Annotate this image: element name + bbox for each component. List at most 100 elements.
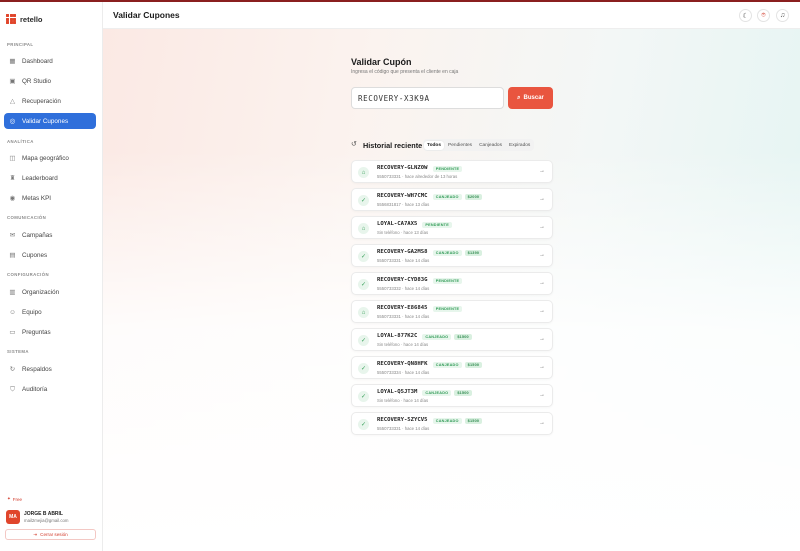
- check-circle-icon: ✓: [358, 419, 369, 430]
- section-title-sistema: SISTEMA: [7, 349, 29, 354]
- sidebar-item-organizacion[interactable]: ▥ Organización: [4, 284, 96, 300]
- coupon-meta: Sin teléfono · hace 14 días: [377, 342, 429, 347]
- map-icon: ◫: [9, 154, 16, 162]
- coupon-code: LOYAL-877K2C: [377, 333, 418, 339]
- coupon-code: LOYAL-CA7AX5: [377, 221, 418, 227]
- user-email: mail2mejia@gmail.com: [24, 518, 69, 523]
- coupon-code-input[interactable]: [351, 87, 504, 109]
- arrow-right-icon[interactable]: →: [539, 196, 545, 202]
- search-icon: ⌕: [517, 94, 521, 101]
- check-circle-icon: ✓: [358, 335, 369, 346]
- coupon-meta: Sin teléfono · hace 13 días: [377, 230, 429, 235]
- status-badge: PENDIENTE: [432, 166, 463, 172]
- arrow-right-icon[interactable]: →: [539, 280, 545, 286]
- amount-badge: $1500: [464, 362, 483, 368]
- validate-subtitle: Ingresa el código que presenta el client…: [351, 69, 459, 75]
- history-item[interactable]: ✓ RECOVERY-WH7CMC CANJEADO $2000 5556831817 …: [351, 188, 553, 211]
- check-circle-icon: ✓: [358, 363, 369, 374]
- logout-icon: ⇥: [33, 531, 38, 537]
- check-circle-icon: ◎: [9, 117, 16, 125]
- tab-expirados[interactable]: Expirados: [506, 141, 533, 150]
- coupon-meta: 5550733331 · hace 14 días: [377, 258, 430, 263]
- coupon-code: RECOVERY-QN8HFK: [377, 361, 428, 367]
- tab-canjeados[interactable]: Canjeados: [476, 141, 505, 150]
- amount-badge: $1390: [464, 250, 483, 256]
- section-title-principal: PRINCIPAL: [7, 42, 34, 47]
- fingerprint-icon[interactable]: ⌾: [757, 9, 770, 22]
- bell-icon[interactable]: ♫: [776, 9, 789, 22]
- coupon-meta: Sin teléfono · hace 14 días: [377, 398, 429, 403]
- sidebar-item-recuperacion[interactable]: △ Recuperación: [4, 93, 96, 109]
- brand-logo[interactable]: retello: [6, 14, 43, 24]
- arrow-right-icon[interactable]: →: [539, 224, 545, 230]
- sidebar-item-campanas[interactable]: ✉ Campañas: [4, 227, 96, 243]
- plan-badge: ✦ Free: [7, 496, 23, 502]
- moon-icon[interactable]: ☾: [739, 9, 752, 22]
- status-badge: PENDIENTE: [422, 222, 452, 228]
- logout-button[interactable]: ⇥ Cerrar sesión: [5, 529, 96, 540]
- sidebar-item-metas-kpi[interactable]: ◉ Metas KPI: [4, 190, 96, 206]
- sidebar-item-dashboard[interactable]: ▦ Dashboard: [4, 53, 96, 69]
- section-title-configuracion: CONFIGURACIÓN: [7, 272, 49, 277]
- sidebar-item-label: Preguntas: [22, 328, 51, 336]
- user-name: JORGE B ABRIL: [24, 511, 63, 517]
- coupon-code: RECOVERY-5ZYCV5: [377, 417, 428, 423]
- history-item[interactable]: ✓ LOYAL-Q5JT3M CANJEADO $1500 Sin teléfono ·…: [351, 384, 553, 407]
- history-item[interactable]: ✓ RECOVERY-5ZYCV5 CANJEADO $1500 5550733331 …: [351, 412, 553, 435]
- tab-todos[interactable]: Todos: [424, 140, 445, 150]
- history-item[interactable]: ✓ RECOVERY-GA2MS8 CANJEADO $1390 5550733331 …: [351, 244, 553, 267]
- history-item[interactable]: ⌂ RECOVERY-E86845 PENDIENTE 5550733331 · ha…: [351, 300, 553, 323]
- sidebar-item-label: Metas KPI: [22, 194, 52, 202]
- history-item[interactable]: ⌂ RECOVERY-GLNZ0W PENDIENTE 5550733331 · ha…: [351, 160, 553, 183]
- history-item[interactable]: ⌂ LOYAL-CA7AX5 PENDIENTE Sin teléfono · hac…: [351, 216, 553, 239]
- sidebar-item-leaderboard[interactable]: ♜ Leaderboard: [4, 170, 96, 186]
- avatar[interactable]: MA: [6, 510, 20, 524]
- sidebar-item-qr-studio[interactable]: ▣ QR Studio: [4, 73, 96, 89]
- arrow-right-icon[interactable]: →: [539, 168, 545, 174]
- history-item[interactable]: ✓ LOYAL-877K2C CANJEADO $1500 Sin teléfono ·…: [351, 328, 553, 351]
- history-item[interactable]: ✓ RECOVERY-CYD83G PENDIENTE 5550733332 · ha…: [351, 272, 553, 295]
- amount-badge: $1500: [454, 334, 472, 340]
- sidebar-item-label: Respaldos: [22, 365, 52, 373]
- trophy-icon: ♜: [9, 174, 16, 182]
- coupon-code: RECOVERY-CYD83G: [377, 277, 428, 283]
- arrow-right-icon[interactable]: →: [539, 308, 545, 314]
- arrow-right-icon[interactable]: →: [539, 252, 545, 258]
- sidebar-item-label: Auditoría: [22, 385, 48, 393]
- target-icon: ◉: [9, 194, 16, 202]
- sidebar-item-label: Campañas: [22, 231, 53, 239]
- check-circle-icon: ✓: [358, 279, 369, 290]
- sidebar-item-label: Mapa geográfico: [22, 154, 69, 162]
- sidebar-item-validar-cupones[interactable]: ◎ Validar Cupones: [4, 113, 96, 129]
- qr-icon: ▣: [9, 77, 16, 85]
- tab-pendientes[interactable]: Pendientes: [445, 141, 475, 150]
- arrow-right-icon[interactable]: →: [539, 420, 545, 426]
- sidebar-item-cupones[interactable]: ▤ Cupones: [4, 247, 96, 263]
- header: Validar Cupones ☾ ⌾ ♫: [103, 2, 800, 29]
- users-icon: ☺: [9, 308, 16, 316]
- sidebar-item-label: Validar Cupones: [22, 117, 69, 125]
- coupon-code: RECOVERY-WH7CMC: [377, 193, 428, 199]
- arrow-right-icon[interactable]: →: [539, 336, 545, 342]
- mail-icon: ✉: [9, 231, 16, 239]
- check-circle-icon: ✓: [358, 251, 369, 262]
- arrow-right-icon[interactable]: →: [539, 392, 545, 398]
- status-badge: CANJEADO: [422, 390, 452, 396]
- arrow-right-icon[interactable]: →: [539, 364, 545, 370]
- sidebar-item-respaldos[interactable]: ↻ Respaldos: [4, 361, 96, 377]
- coupon-meta: 5556831817 · hace 13 días: [377, 202, 430, 207]
- check-circle-icon: ✓: [358, 195, 369, 206]
- sidebar-item-label: Equipo: [22, 308, 42, 316]
- sidebar-item-mapa[interactable]: ◫ Mapa geográfico: [4, 150, 96, 166]
- history-item[interactable]: ✓ RECOVERY-QN8HFK CANJEADO $1500 5550733334 …: [351, 356, 553, 379]
- chat-icon: ▭: [9, 328, 16, 336]
- coupon-meta: 5550733331 · hace 14 días: [377, 426, 430, 431]
- status-badge: PENDIENTE: [432, 278, 463, 284]
- sidebar-item-label: Leaderboard: [22, 174, 58, 182]
- search-button[interactable]: ⌕ Buscar: [508, 87, 553, 109]
- sidebar-item-preguntas[interactable]: ▭ Preguntas: [4, 324, 96, 340]
- sidebar-item-auditoria[interactable]: ⛉ Auditoría: [4, 381, 96, 397]
- status-badge: CANJEADO: [432, 194, 462, 200]
- sidebar-item-equipo[interactable]: ☺ Equipo: [4, 304, 96, 320]
- coupon-code: RECOVERY-GLNZ0W: [377, 165, 428, 171]
